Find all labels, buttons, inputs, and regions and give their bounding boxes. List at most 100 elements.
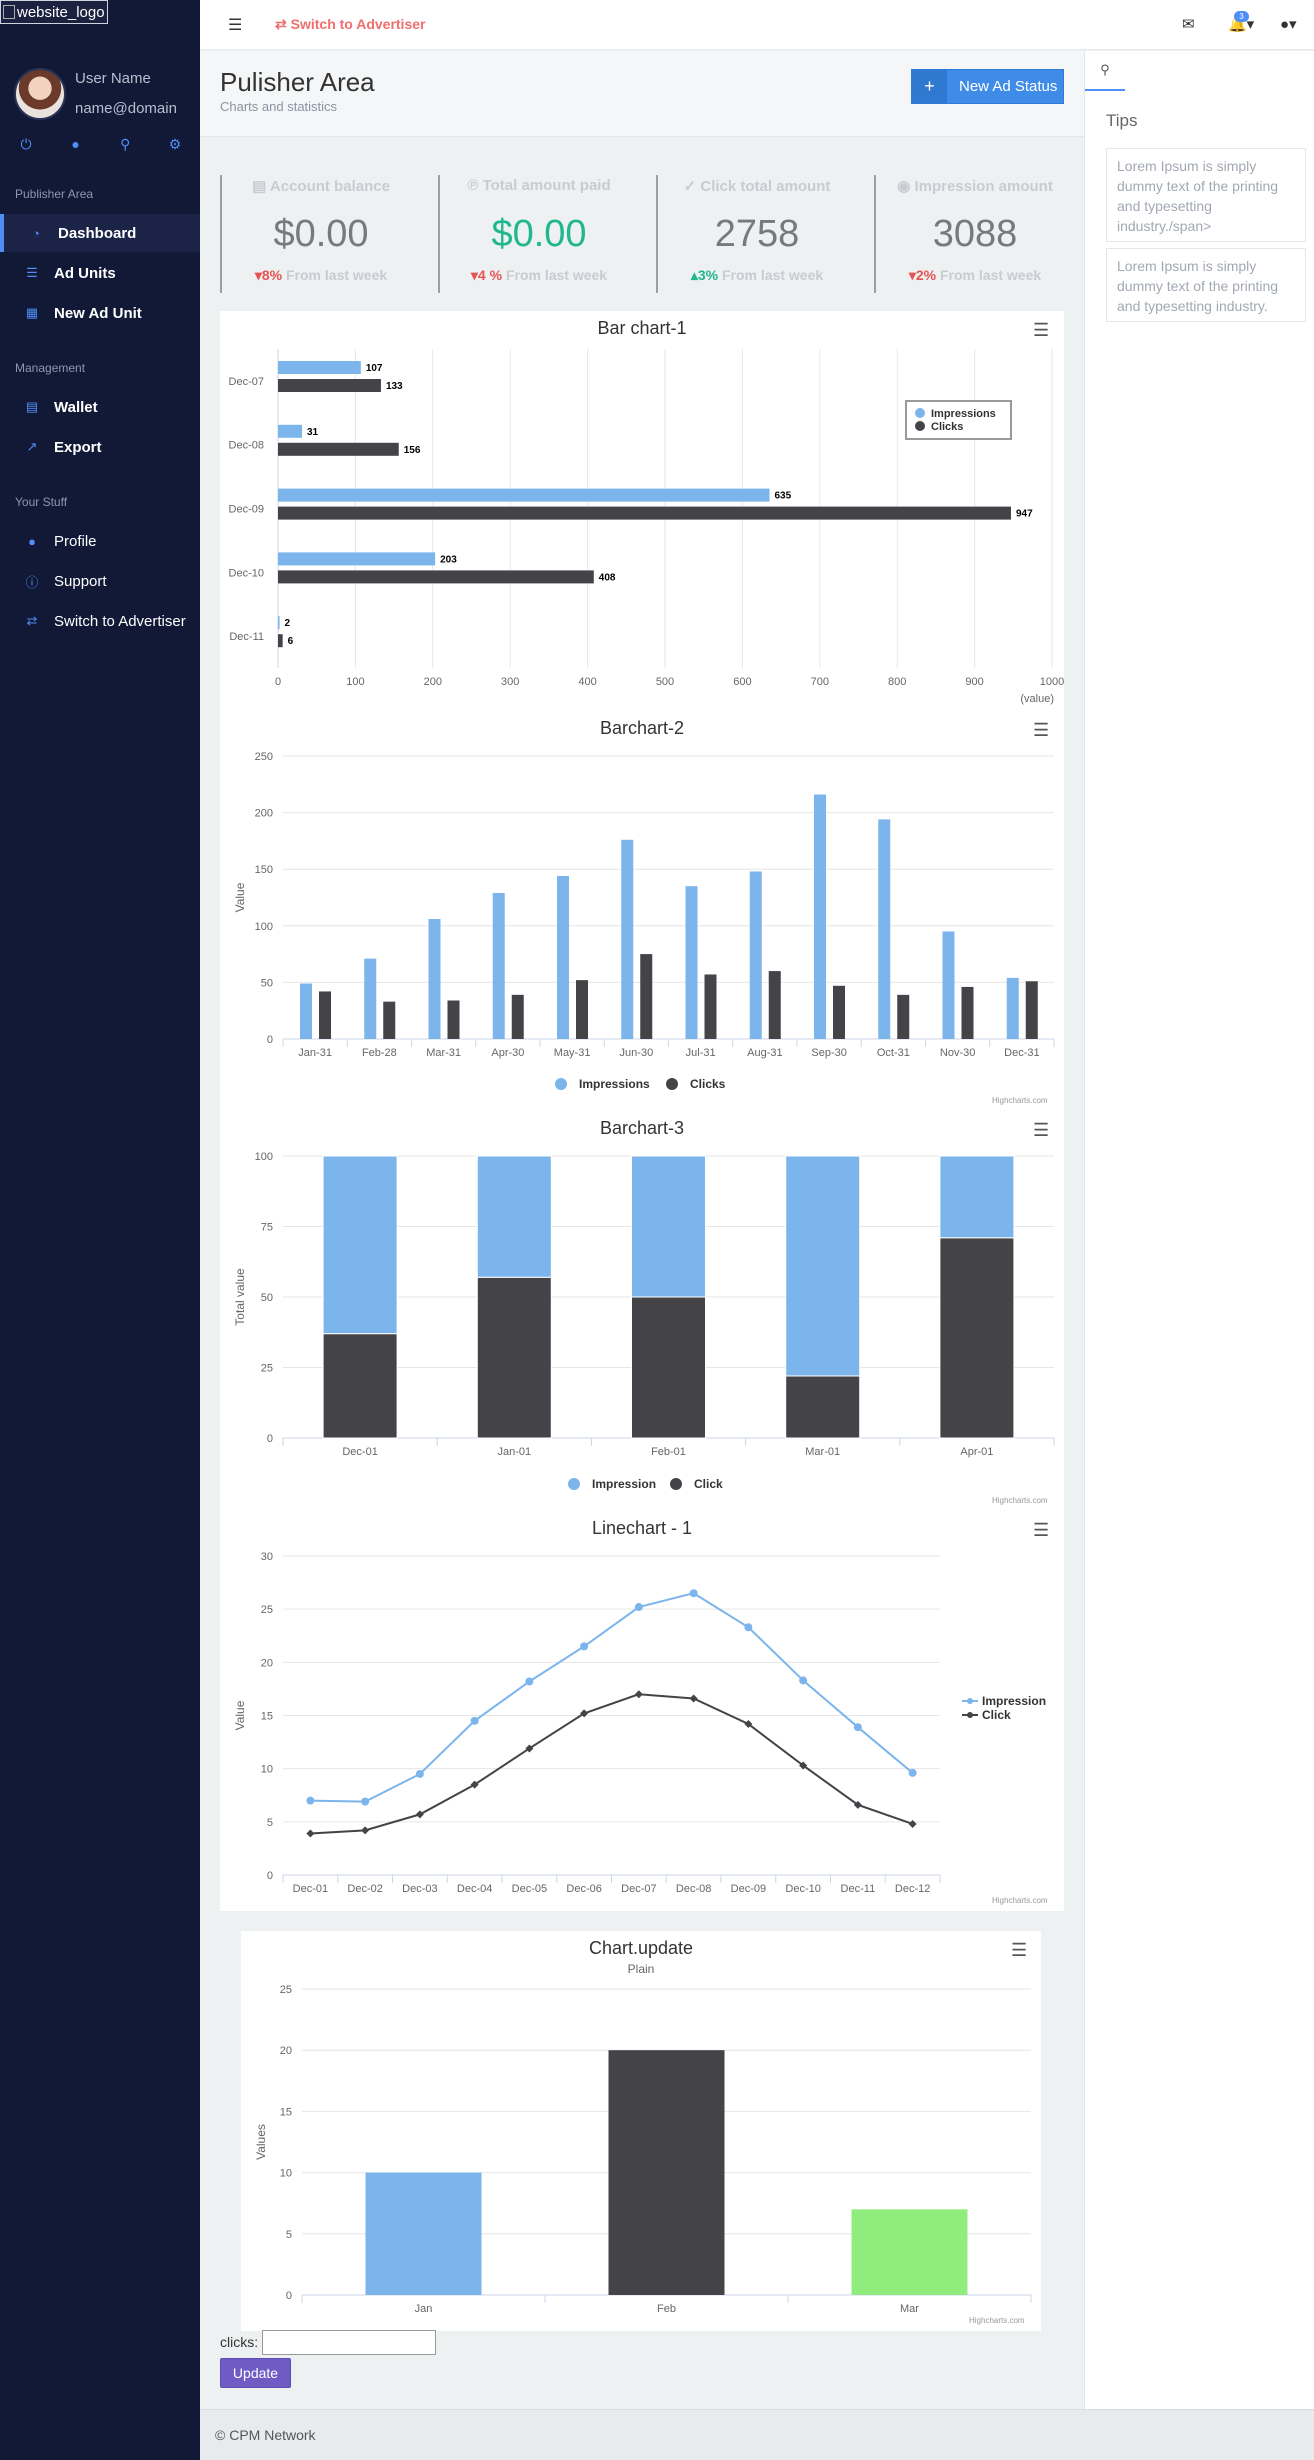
x-tick-label: 0 <box>275 676 281 688</box>
bar <box>878 819 891 1039</box>
y-tick-label: Dec-09 <box>229 504 264 516</box>
bar <box>278 506 1011 520</box>
stat-title-text: Total amount paid <box>482 177 611 194</box>
update-button[interactable]: Update <box>220 2358 291 2388</box>
data-point <box>689 1589 698 1598</box>
y-axis-label: Value <box>233 1700 247 1730</box>
sidebar-item-switch-to-advertiser[interactable]: ⇄ Switch to Advertiser <box>0 602 200 640</box>
right-panel: ⚲ Tips Lorem Ipsum is simply dummy text … <box>1084 51 1314 2409</box>
user-block: User Name name@domain <box>14 68 194 124</box>
avatar[interactable] <box>14 68 66 120</box>
y-tick-label: 5 <box>267 1817 273 1829</box>
x-tick-label: Dec-11 <box>841 1883 876 1895</box>
stat-title: ▤ Account balance <box>222 177 420 195</box>
bar <box>768 971 781 1039</box>
bar <box>278 616 280 630</box>
stat-change-suffix: From last week <box>286 267 388 283</box>
switch-to-advertiser-link[interactable]: ⇄ Switch to Advertiser <box>275 16 425 33</box>
x-tick-label: Jun-30 <box>620 1047 654 1059</box>
sidebar-item-profile[interactable]: ● Profile <box>0 522 200 560</box>
y-tick-label: 25 <box>261 1363 273 1375</box>
sidebar-item-label: Export <box>54 438 102 456</box>
x-tick-label: 400 <box>578 676 596 688</box>
sidebar-item-label: Support <box>54 572 107 590</box>
stat-change-value: 4 % <box>477 267 503 283</box>
data-point <box>580 1642 589 1651</box>
x-tick-label: Dec-31 <box>1004 1047 1039 1059</box>
stat-title: ◉ Impression amount <box>876 177 1074 195</box>
website-logo[interactable]: website_logo <box>0 0 108 24</box>
menu-toggle-icon[interactable]: ☰ <box>228 15 242 35</box>
clicks-label: clicks: <box>220 2334 259 2350</box>
sidebar-item-ad-units[interactable]: ☰ Ad Units <box>0 254 200 292</box>
y-tick-label: 30 <box>261 1551 273 1563</box>
power-icon[interactable]: ⏻ <box>18 136 34 153</box>
x-tick-label: 800 <box>888 676 906 688</box>
stat-title-text: Click total amount <box>700 178 831 195</box>
x-tick-label: Dec-02 <box>347 1883 382 1895</box>
bar <box>621 839 634 1039</box>
sidebar-item-dashboard[interactable]: ◔ Dashboard <box>0 214 200 252</box>
bar <box>576 980 588 1039</box>
bar <box>1025 981 1038 1039</box>
page-title: Pulisher Area <box>220 67 375 97</box>
bar <box>278 379 381 392</box>
sidebar-item-export[interactable]: ↗ Export <box>0 428 200 466</box>
x-tick-label: Mar-01 <box>805 1446 840 1458</box>
bar <box>447 1000 460 1039</box>
bar <box>851 2209 968 2295</box>
x-tick-label: Apr-01 <box>960 1446 993 1458</box>
x-tick-label: Dec-06 <box>566 1883 601 1895</box>
chart-credit[interactable]: Highcharts.com <box>992 1096 1048 1105</box>
sidebar-item-label: Switch to Advertiser <box>54 612 186 630</box>
data-point <box>361 1826 370 1835</box>
y-tick-label: 50 <box>261 1292 273 1304</box>
y-tick-label: 100 <box>255 1151 273 1163</box>
caret-down-icon: ▾ <box>470 267 478 283</box>
bar <box>492 892 505 1039</box>
data-point <box>689 1694 698 1703</box>
data-point <box>306 1829 315 1838</box>
x-tick-label: Feb <box>657 2303 676 2315</box>
legend-marker <box>670 1478 682 1490</box>
tips-tab[interactable]: ⚲ <box>1085 51 1125 91</box>
stat-account-balance: ▤ Account balance $0.00 ▾8% From last we… <box>220 175 420 293</box>
chart-credit[interactable]: Highcharts.com <box>992 1896 1048 1905</box>
data-label: 31 <box>307 427 319 438</box>
legend-label: Impression <box>982 1694 1046 1708</box>
export-icon: ↗ <box>26 439 38 454</box>
bar-chart-1: 0 100 200 300 400 500 600 700 800 900 1000 (value) D… <box>229 349 1064 705</box>
new-ad-status-button[interactable]: + New Ad Status <box>911 69 1064 104</box>
chart-credit[interactable]: Highcharts.com <box>969 2316 1025 2325</box>
key-icon[interactable]: ⚲ <box>117 136 133 153</box>
bar <box>1006 977 1019 1039</box>
mail-icon[interactable]: ✉ <box>1182 15 1195 33</box>
sidebar-item-support[interactable]: ⓘ Support <box>0 562 200 600</box>
gear-icon[interactable]: ⚙ <box>167 136 183 153</box>
x-tick-label: 600 <box>733 676 751 688</box>
y-tick-label: 0 <box>267 1870 273 1882</box>
y-tick-label: Dec-11 <box>229 631 264 643</box>
data-label: 6 <box>288 636 294 647</box>
sidebar-item-new-ad-unit[interactable]: ▦ New Ad Unit <box>0 294 200 332</box>
bar <box>961 986 974 1039</box>
chart-credit[interactable]: Highcharts.com <box>992 1496 1048 1505</box>
user-menu-icon[interactable]: ●▾ <box>1280 15 1297 33</box>
bar <box>278 442 399 456</box>
x-tick-label: Dec-08 <box>676 1883 711 1895</box>
legend-box <box>905 400 1012 440</box>
caret-down-icon: ▾ <box>254 267 262 283</box>
clicks-input[interactable] <box>262 2330 436 2355</box>
y-tick-label: 15 <box>261 1711 273 1723</box>
user-icon: ● <box>28 533 36 549</box>
help-icon: ⓘ <box>25 574 39 590</box>
legend-marker <box>666 1078 678 1090</box>
sidebar-item-wallet[interactable]: ▤ Wallet <box>0 388 200 426</box>
legend-label: Clicks <box>690 1077 726 1091</box>
user-icon[interactable]: ● <box>68 136 84 153</box>
chart-update-panel: Chart.update Plain ☰ 0 5 10 15 20 25 Values Jan… <box>241 1931 1041 2331</box>
linechart-1: 0 5 10 15 20 25 30 Value Dec-01 Dec-02 Dec-03 Dec-0… <box>233 1551 1046 1895</box>
x-tick-label: Apr-30 <box>491 1047 524 1059</box>
lightbulb-icon: ⚲ <box>1100 62 1110 77</box>
new-ad-status-label: New Ad Status <box>959 78 1058 95</box>
